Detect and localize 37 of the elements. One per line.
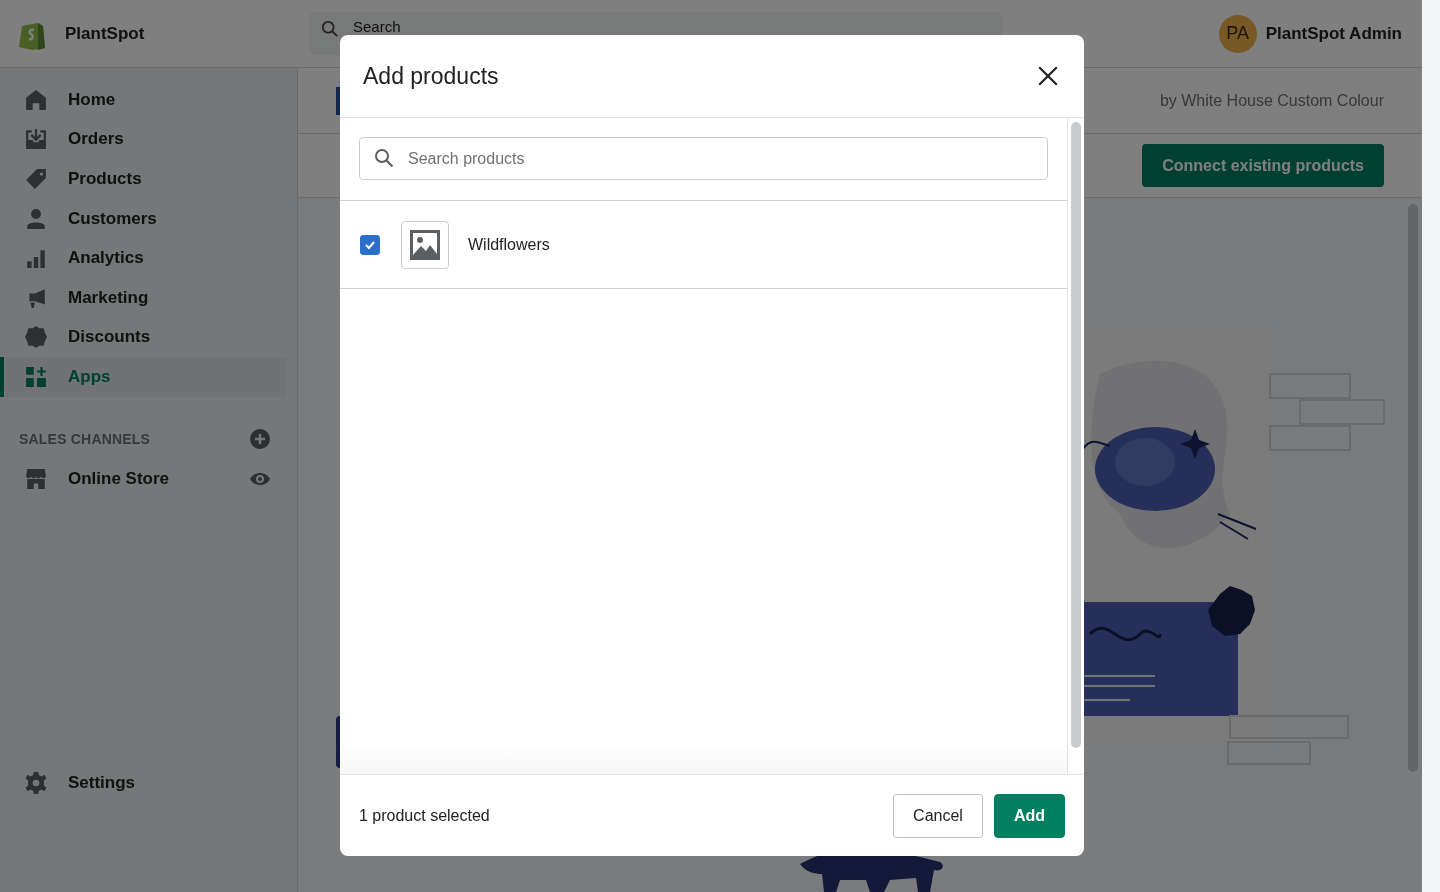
- vendor-text: by White House Custom Colour: [1159, 91, 1384, 110]
- search-field[interactable]: Search products: [359, 137, 1048, 180]
- tray-icon: [25, 128, 47, 151]
- scrollbar[interactable]: [1071, 122, 1081, 748]
- image-icon: [410, 229, 440, 260]
- close-icon[interactable]: [1037, 65, 1059, 87]
- selection-count: 1 product selected: [359, 806, 490, 825]
- store-name: PlantSpot: [65, 23, 145, 44]
- settings-icon: [25, 772, 47, 795]
- discount-icon: [25, 326, 47, 349]
- account-name[interactable]: PlantSpot Admin: [1265, 23, 1402, 44]
- add-button[interactable]: Add: [993, 793, 1065, 838]
- nav-item[interactable]: Settings: [0, 688, 287, 878]
- connect-button[interactable]: Connect existing products: [1142, 144, 1384, 187]
- search-icon: [374, 148, 394, 168]
- dialog-title: Add products: [363, 62, 499, 90]
- search-icon: [321, 20, 339, 38]
- nav-item[interactable]: Customers: [0, 198, 287, 239]
- tag-icon: [25, 168, 47, 190]
- nav-item[interactable]: Products: [0, 159, 287, 199]
- eye-icon[interactable]: [250, 471, 270, 486]
- nav-item[interactable]: Analytics: [0, 238, 287, 278]
- avatar[interactable]: PA: [1218, 14, 1257, 53]
- section-heading: SALES CHANNELS: [19, 430, 151, 447]
- person-icon: [25, 207, 47, 230]
- nav-item[interactable]: Home: [0, 80, 287, 120]
- nav-item[interactable]: Marketing: [0, 277, 287, 318]
- apps-icon: [25, 365, 47, 388]
- nav-item[interactable]: Online Store: [0, 458, 250, 499]
- nav-item[interactable]: Orders: [0, 119, 287, 160]
- bar-chart-icon: [25, 247, 47, 270]
- add-icon[interactable]: [250, 428, 270, 449]
- store-icon: [25, 467, 47, 490]
- cancel-button[interactable]: Cancel: [893, 793, 983, 838]
- home-icon: [25, 88, 47, 111]
- product-name: Wildflowers: [468, 235, 550, 254]
- checkbox[interactable]: [360, 234, 380, 255]
